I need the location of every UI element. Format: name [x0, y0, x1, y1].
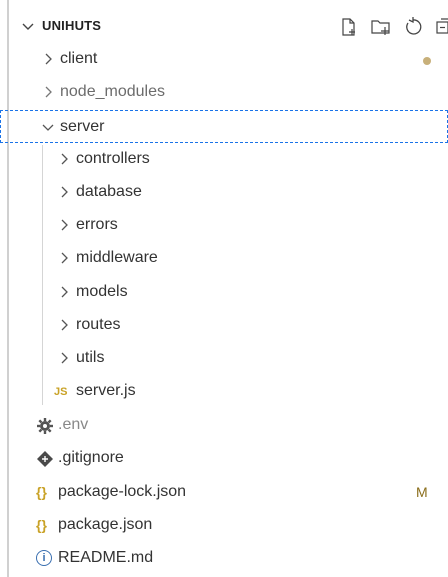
tree-item-package-lock-json[interactable]: {} package-lock.json M — [0, 476, 448, 509]
tree-item-node-modules[interactable]: node_modules — [0, 76, 448, 109]
chevron-right-icon[interactable] — [40, 51, 56, 67]
tree-item-label: controllers — [76, 150, 150, 167]
tree-item-server-js[interactable]: JS server.js — [0, 375, 448, 408]
tree-item-package-json[interactable]: {} package.json — [0, 509, 448, 542]
tree-item-utils[interactable]: utils — [0, 342, 448, 375]
tree-item-label: errors — [76, 216, 118, 233]
tree-item-env[interactable]: .env — [0, 409, 448, 442]
tree-item-label: .env — [58, 416, 89, 433]
tree-item-label: server — [60, 118, 105, 135]
file-explorer: UNIHUTS client node_modules server contr… — [0, 0, 448, 577]
chevron-right-icon[interactable] — [56, 317, 72, 333]
tree-item-label: database — [76, 183, 142, 200]
chevron-right-icon[interactable] — [56, 184, 72, 200]
tree-item-label: README.md — [58, 549, 154, 566]
explorer-actions — [338, 16, 448, 38]
tree-item-label: package.json — [58, 516, 153, 533]
collapse-all-icon[interactable] — [434, 16, 448, 38]
tree-item-middleware[interactable]: middleware — [0, 242, 448, 275]
tree-item-server[interactable]: server — [0, 110, 448, 143]
tree-item-routes[interactable]: routes — [0, 309, 448, 342]
chevron-right-icon[interactable] — [56, 284, 72, 300]
status-dot — [423, 57, 431, 65]
tree-item-label: package-lock.json — [58, 483, 187, 500]
git-icon — [37, 451, 53, 467]
tree-item-label: server.js — [76, 382, 136, 399]
explorer-header[interactable]: UNIHUTS — [0, 14, 448, 40]
tree-item-label: node_modules — [60, 83, 165, 100]
tree-item-label: .gitignore — [58, 449, 124, 466]
chevron-down-icon[interactable] — [40, 119, 56, 135]
tree-item-label: utils — [76, 349, 105, 366]
chevron-right-icon[interactable] — [56, 217, 72, 233]
tree-item-label: models — [76, 283, 128, 300]
tree-item-database[interactable]: database — [0, 176, 448, 209]
tree-item-client[interactable]: client — [0, 43, 448, 76]
modified-badge: M — [416, 484, 428, 500]
refresh-icon[interactable] — [402, 16, 424, 38]
info-icon: i — [36, 550, 52, 566]
chevron-right-icon[interactable] — [56, 350, 72, 366]
tree-item-readme-md[interactable]: i README.md — [0, 542, 448, 575]
chevron-right-icon[interactable] — [56, 151, 72, 167]
project-title: UNIHUTS — [42, 18, 102, 33]
tree-item-errors[interactable]: errors — [0, 209, 448, 242]
js-icon: JS — [54, 386, 68, 398]
chevron-right-icon[interactable] — [56, 250, 72, 266]
tree-item-label: client — [60, 50, 98, 67]
json-icon: {} — [36, 484, 47, 500]
tree-item-label: middleware — [76, 249, 158, 266]
new-folder-icon[interactable] — [370, 16, 392, 38]
chevron-right-icon[interactable] — [40, 84, 56, 100]
tree-item-gitignore[interactable]: .gitignore — [0, 442, 448, 475]
gear-icon — [37, 418, 53, 434]
tree-item-label: routes — [76, 316, 121, 333]
tree-item-controllers[interactable]: controllers — [0, 143, 448, 176]
chevron-down-icon[interactable] — [20, 18, 36, 34]
json-icon: {} — [36, 517, 47, 533]
tree-item-models[interactable]: models — [0, 276, 448, 309]
new-file-icon[interactable] — [338, 16, 360, 38]
